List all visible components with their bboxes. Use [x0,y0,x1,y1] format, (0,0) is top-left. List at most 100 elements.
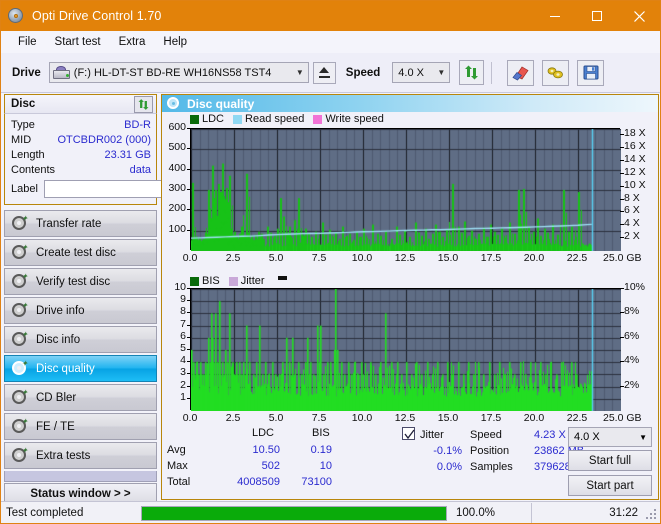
y2-axis-tick-label: 4 X [624,217,640,230]
disc-refresh-button[interactable] [134,95,153,113]
refresh-button[interactable] [459,60,485,85]
drive-select[interactable]: (F:) HL-DT-ST BD-RE WH16NS58 TST4 ▼ [48,62,309,83]
chart1-legend: LDC Read speed Write speed [162,112,658,126]
test-speed-select[interactable]: 4.0 X ▼ [568,427,652,447]
y-axis-tick-label: 2 [180,378,186,391]
progress-bar-fill [142,506,446,520]
nav-item-cd-bler[interactable]: ✦ CD Bler [4,384,157,411]
x-axis-tick-label: 25.0 GB [603,412,642,424]
menu-file[interactable]: File [9,34,46,51]
nav-item-drive-info[interactable]: ✦ Drive info [4,297,157,324]
resize-grip[interactable] [646,509,658,521]
nav-item-extra-tests[interactable]: ✦ Extra tests [4,442,157,469]
y-axis-tick-label: 4 [180,354,186,367]
y2-axis-tick-label: 16 X [624,140,646,153]
x-axis-tick-label: 10.0 [351,252,373,264]
tools-icon [547,67,564,79]
disc-icon: ✦ [12,302,28,318]
y2-axis-tick [620,337,624,338]
y-axis-tick [187,209,190,210]
bis-chart: 1 2 3 4 5 6 7 8 9 10 2% 4% 6% 8% 10% 0.0 2.5 5.0 7.5 10.0 12… [162,281,658,428]
progress-percent: 100.0% [456,507,496,519]
nav-item-disc-info[interactable]: ✦ Disc info [4,326,157,353]
ldc-canvas [191,129,621,251]
close-button[interactable] [618,1,660,31]
y-axis-tick-label: 200 [168,202,186,215]
x-axis-tick-label: 25.0 GB [603,252,642,264]
speed-select[interactable]: 4.0 X ▼ [392,62,451,83]
stats-max-bis: 10 [319,460,332,472]
stats-avg-bis: 0.19 [310,444,332,456]
y2-axis-tick-label: 8 X [624,191,640,204]
window-controls [534,1,660,31]
nav-item-disc-quality[interactable]: ✦ Disc quality [4,355,157,382]
checkmark-icon [404,429,415,440]
disc-icon: ✦ [12,215,28,231]
save-button[interactable] [577,59,605,86]
x-axis-tick-label: 20.0 [523,252,545,264]
ldc-chart: 100 200 300 400 500 600 2 X4 X6 X8 X 10 X 12 X 14… [162,121,658,276]
nav-item-create-test-disc[interactable]: ✦ Create test disc [4,239,157,266]
maximize-button[interactable] [576,1,618,31]
x-axis-tick-label: 7.5 [311,412,327,424]
status-text: Test completed [6,507,84,519]
x-axis-tick-label: 0.0 [182,412,198,424]
legend-item-ldc: LDC [190,113,224,125]
legend-swatch-ldc [190,114,199,124]
y2-axis-tick [620,134,624,135]
disc-icon: ✦ [12,331,28,347]
disc-info-row-mid: MID OTCBDR002 (000) [11,132,151,147]
y-axis-tick-label: 300 [168,182,186,194]
status-bar: Test completed 100.0% 31:22 [1,501,660,523]
stats-avg-ldc: 10.50 [252,444,280,456]
minimize-button[interactable] [534,1,576,31]
y-axis-tick [187,230,190,231]
tools-button[interactable] [542,59,570,86]
disc-info-panel: Type BD-R MID OTCBDR002 (000) Length 23.… [4,114,246,205]
legend-item-read-speed: Read speed [233,113,304,125]
eject-button[interactable] [312,61,336,84]
y2-axis-tick-label: 14 X [624,153,646,166]
y-axis-tick-label: 3 [180,366,186,379]
x-axis-tick-label: 12.5 [394,412,416,424]
nav-label: Extra tests [36,449,91,462]
speed-label: Speed [345,66,381,79]
x-axis-tick-label: 12.5 [394,252,416,264]
jitter-checkbox[interactable] [402,427,415,440]
y2-axis-tick-label: 10% [624,281,646,293]
y2-axis-tick [620,160,624,161]
nav-item-verify-test-disc[interactable]: ✦ Verify test disc [4,268,157,295]
legend-swatch-write-speed [313,114,323,124]
toolbar: Drive (F:) HL-DT-ST BD-RE WH16NS58 TST4 … [1,53,660,93]
menu-help[interactable]: Help [154,34,196,51]
start-part-button[interactable]: Start part [568,475,652,496]
disc-mid-label: MID [11,133,32,146]
menu-start-test[interactable]: Start test [46,34,110,51]
disc-type-label: Type [11,118,35,131]
y-axis-tick-label: 1 [180,390,186,403]
stats-col-bis: BIS [312,427,330,439]
progress-bar [141,505,447,521]
disc-icon: ✦ [12,360,28,376]
y-axis-tick [187,300,190,301]
y2-axis-tick-label: 6% [624,329,640,342]
y-axis-tick [187,128,190,129]
nav-item-fe-te[interactable]: ✦ FE / TE [4,413,157,440]
disc-info-row-length: Length 23.31 GB [11,147,151,162]
legend-label: Jitter [240,275,265,287]
application-window: Opti Drive Control 1.70 File Start test … [0,0,661,524]
disc-panel-title: Disc [11,98,36,110]
jitter-negative-value: -0.1% [433,445,462,457]
menu-extra[interactable]: Extra [110,34,155,51]
stats-max-ldc: 502 [261,460,280,472]
x-axis-tick-label: 17.5 [480,252,502,264]
chevron-down-icon: ▼ [295,68,304,77]
nav-label: Transfer rate [36,217,102,230]
y2-axis-tick [620,199,624,200]
nav-item-transfer-rate[interactable]: ✦ Transfer rate [4,210,157,237]
start-full-button[interactable]: Start full [568,450,652,471]
erase-button[interactable] [507,59,535,86]
x-axis-tick-label: 2.5 [225,252,241,264]
left-panel: Disc Type BD-R MID OTCBDR002 (000) Lengt… [4,94,246,504]
stats-total-bis: 73100 [301,476,332,488]
